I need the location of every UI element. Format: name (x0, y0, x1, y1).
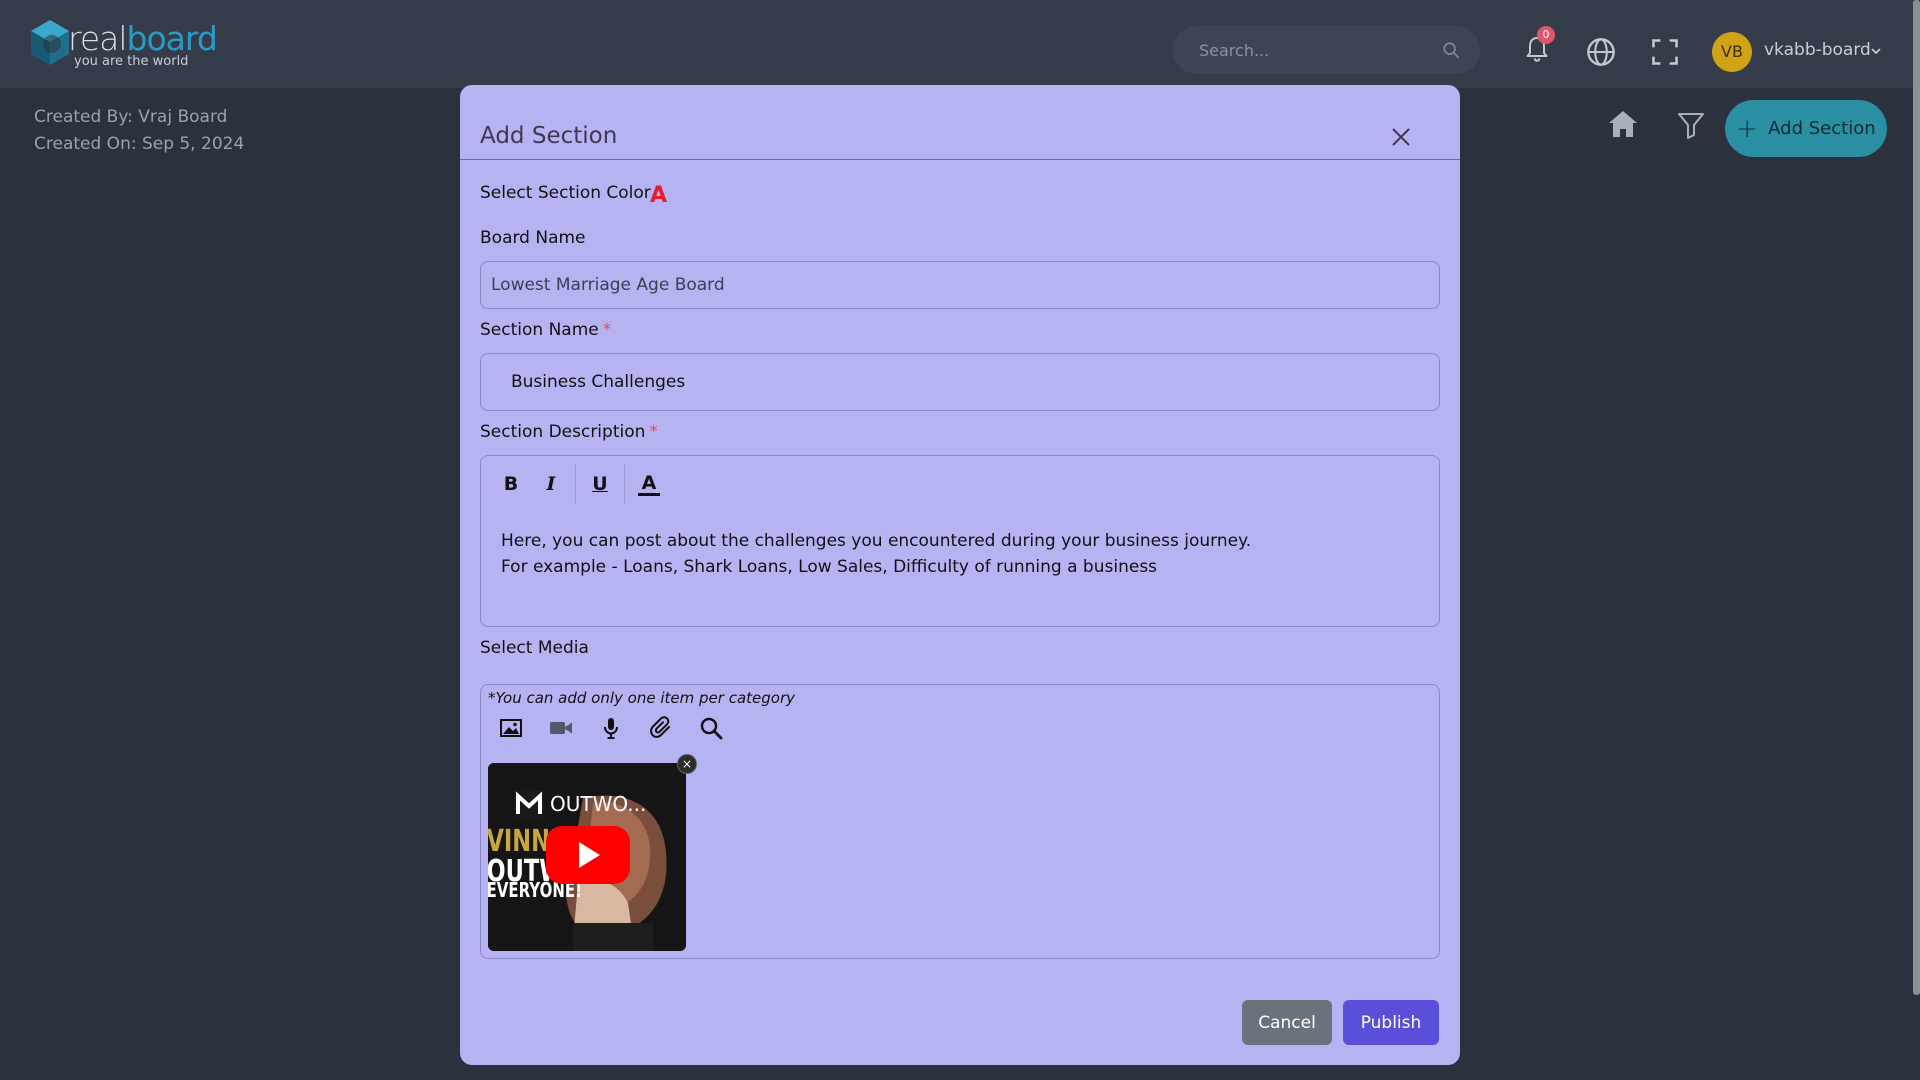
cancel-button[interactable]: Cancel (1242, 1000, 1332, 1045)
editor-toolbar: B I U A (491, 462, 669, 506)
add-section-modal: Add Section Select Section Color A Board… (460, 85, 1460, 1065)
youtube-video-thumbnail[interactable]: OUTWO... VINNER OUTWO EVERYONE! (488, 763, 686, 951)
required-marker: * (649, 422, 658, 442)
logo-tagline: you are the world (74, 54, 189, 69)
remove-media-button[interactable]: × (677, 754, 697, 774)
username-label[interactable]: vkabb-board (1764, 40, 1871, 60)
toolbar-divider (624, 464, 625, 504)
underline-button[interactable]: U (580, 464, 620, 504)
section-name-field (480, 353, 1440, 411)
section-color-label: Select Section Color (480, 183, 651, 203)
filter-icon[interactable] (1676, 110, 1706, 140)
search-icon[interactable] (699, 716, 723, 740)
description-editor[interactable]: B I U A Here, you can post about the cha… (480, 455, 1440, 627)
board-name-field (480, 261, 1440, 309)
search-icon[interactable] (1442, 41, 1460, 59)
globe-icon[interactable] (1586, 37, 1616, 67)
board-meta: Created By: Vraj Board Created On: Sep 5… (34, 104, 244, 158)
add-section-button[interactable]: + Add Section (1725, 100, 1887, 157)
board-name-input[interactable] (481, 262, 1439, 308)
section-name-label-text: Section Name (480, 320, 599, 340)
description-text[interactable]: Here, you can post about the challenges … (501, 528, 1251, 580)
text-color-icon: A (638, 473, 660, 496)
publish-button[interactable]: Publish (1343, 1000, 1439, 1045)
section-name-input[interactable] (481, 354, 1439, 410)
section-description-label: Section Description * (480, 422, 658, 442)
media-note: *You can add only one item per category (488, 689, 795, 707)
plus-icon: + (1736, 113, 1759, 144)
image-icon[interactable] (499, 716, 523, 740)
modal-header-divider (460, 159, 1460, 160)
chevron-down-icon[interactable] (1870, 45, 1882, 57)
select-media-label: Select Media (480, 638, 589, 658)
logo-board-text: board (126, 19, 218, 58)
video-icon[interactable] (549, 716, 573, 740)
realboard-logo[interactable]: realboard you are the world (24, 17, 218, 73)
toolbar-divider (575, 464, 576, 504)
modal-title: Add Section (480, 123, 618, 149)
text-color-button[interactable]: A (629, 464, 669, 504)
created-on-text: Created On: Sep 5, 2024 (34, 134, 245, 154)
fullscreen-icon[interactable] (1650, 37, 1680, 67)
created-by-text: Created By: Vraj Board (34, 107, 228, 127)
close-icon[interactable] (1388, 124, 1414, 150)
bold-button[interactable]: B (491, 464, 531, 504)
home-icon[interactable] (1606, 107, 1640, 141)
video-thumbnail-image: OUTWO... VINNER OUTWO EVERYONE! (488, 763, 686, 951)
add-section-label: Add Section (1768, 118, 1876, 139)
description-line: For example - Loans, Shark Loans, Low Sa… (501, 557, 1158, 577)
media-box: *You can add only one item per category (480, 684, 1440, 959)
thumbnail-title: OUTWO... (550, 792, 646, 816)
italic-button[interactable]: I (531, 464, 571, 504)
media-toolbar (499, 716, 723, 740)
logo-wordmark: realboard (68, 19, 218, 58)
board-name-label: Board Name (480, 228, 586, 248)
description-line: Here, you can post about the challenges … (501, 531, 1252, 551)
section-description-label-text: Section Description (480, 422, 646, 442)
search-input[interactable] (1173, 26, 1480, 74)
user-avatar[interactable]: VB (1712, 32, 1752, 72)
section-name-label: Section Name * (480, 320, 611, 340)
top-navbar: realboard you are the world 0 VB vkabb-b… (0, 0, 1920, 88)
paperclip-icon[interactable] (649, 716, 673, 740)
page-scrollbar[interactable] (1913, 0, 1920, 995)
section-color-picker[interactable]: A (650, 183, 667, 208)
search-box (1173, 26, 1480, 74)
microphone-icon[interactable] (599, 716, 623, 740)
notification-count-badge: 0 (1537, 26, 1555, 44)
logo-real-text: real (68, 19, 128, 58)
required-marker: * (602, 320, 612, 340)
